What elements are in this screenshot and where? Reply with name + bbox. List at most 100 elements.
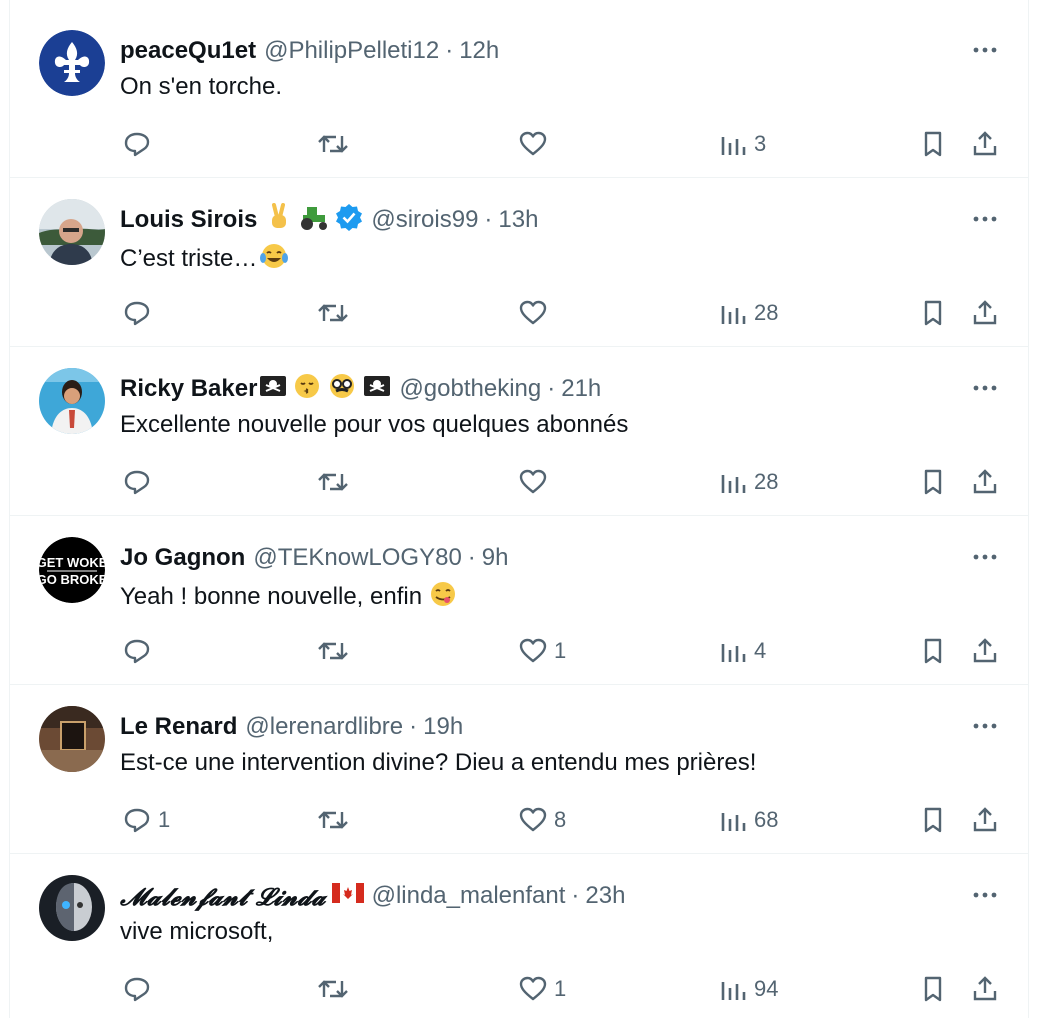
views-button[interactable]: 3	[718, 126, 766, 162]
action-bar: 28	[120, 464, 1000, 500]
share-button[interactable]	[970, 126, 1000, 162]
share-icon	[973, 131, 997, 156]
reply-button[interactable]	[122, 126, 158, 162]
more-options-icon[interactable]	[972, 718, 998, 734]
tweet-text-content: Yeah ! bonne nouvelle, enfin	[120, 582, 423, 610]
bookmark-button[interactable]	[918, 971, 948, 1007]
reply-button[interactable]	[122, 464, 158, 500]
retweet-button[interactable]	[316, 971, 350, 1007]
reply-tweet[interactable]: GET WOKE GO BROKE Jo Gagnon @TEKnowLOGY8…	[10, 515, 1028, 685]
retweet-icon	[318, 473, 348, 491]
author-name[interactable]: Louis Sirois	[120, 206, 257, 234]
like-button[interactable]	[518, 464, 554, 500]
retweet-icon	[318, 811, 348, 829]
man-photo-avatar[interactable]	[39, 199, 105, 265]
bookmark-button[interactable]	[918, 802, 948, 838]
reply-tweet[interactable]: 𝓜𝓪𝓵𝓮𝓷𝓯𝓪𝓷𝓽 𝓛𝓲𝓷𝓭𝓪 @linda_malenfant · 23h v…	[10, 853, 1028, 1022]
tears-of-joy-emoji	[259, 242, 289, 277]
reply-icon	[124, 470, 150, 495]
tweet-text-content: C’est triste…	[120, 244, 258, 272]
tweet-header: Louis Sirois @sirois99 · 13h	[120, 202, 538, 238]
share-button[interactable]	[970, 633, 1000, 669]
bookmark-button[interactable]	[918, 126, 948, 162]
like-button[interactable]: 8	[518, 802, 566, 838]
timestamp[interactable]: 9h	[482, 544, 509, 572]
action-bar: 28	[120, 295, 1000, 331]
share-button[interactable]	[970, 295, 1000, 331]
reply-icon	[124, 132, 150, 157]
person-photo-avatar[interactable]	[39, 368, 105, 434]
reply-tweet[interactable]: peaceQu1et @PhilipPelleti12 · 12h On s'e…	[10, 8, 1028, 178]
heart-icon	[519, 469, 547, 494]
author-name[interactable]: Ricky Baker	[120, 375, 257, 403]
retweet-button[interactable]	[316, 633, 350, 669]
share-button[interactable]	[970, 802, 1000, 838]
tweet-header: 𝓜𝓪𝓵𝓮𝓷𝓯𝓪𝓷𝓽 𝓛𝓲𝓷𝓭𝓪 @linda_malenfant · 23h	[120, 878, 625, 914]
author-name[interactable]: Jo Gagnon	[120, 544, 245, 572]
like-count: 8	[554, 807, 567, 832]
retweet-button[interactable]	[316, 464, 350, 500]
author-name[interactable]: peaceQu1et	[120, 37, 256, 65]
more-options-icon[interactable]	[972, 549, 998, 565]
more-options-icon[interactable]	[972, 887, 998, 903]
canada-flag-emoji	[331, 881, 364, 912]
retweet-button[interactable]	[316, 126, 350, 162]
tweet-header: Jo Gagnon @TEKnowLOGY80 · 9h	[120, 540, 509, 576]
more-options-icon[interactable]	[972, 211, 998, 227]
reply-count: 1	[158, 807, 171, 832]
get-woke-go-broke-avatar[interactable]: GET WOKE GO BROKE	[39, 537, 105, 603]
separator-dot: ·	[445, 37, 454, 64]
reply-button[interactable]	[122, 295, 158, 331]
views-button[interactable]: 4	[718, 633, 766, 669]
heart-icon	[519, 131, 547, 156]
bookmark-button[interactable]	[918, 295, 948, 331]
share-button[interactable]	[970, 464, 1000, 500]
share-button[interactable]	[970, 971, 1000, 1007]
reply-button[interactable]: 1	[122, 802, 170, 838]
retweet-icon	[318, 304, 348, 322]
robot-face-avatar[interactable]	[39, 875, 105, 941]
author-handle[interactable]: @sirois99	[371, 206, 478, 234]
timestamp[interactable]: 12h	[459, 37, 499, 65]
bookmark-icon	[924, 300, 942, 326]
author-handle[interactable]: @lerenardlibre	[245, 713, 403, 741]
like-button[interactable]: 1	[518, 971, 566, 1007]
reply-tweet[interactable]: Ricky Baker @gobtheking · 21h Excellente…	[10, 346, 1028, 516]
like-button[interactable]: 1	[518, 633, 566, 669]
action-bar: 1 8 68	[120, 802, 1000, 838]
timestamp[interactable]: 13h	[498, 206, 538, 234]
tweet-text: C’est triste…	[120, 242, 289, 277]
views-button[interactable]: 28	[718, 295, 778, 331]
author-handle[interactable]: @TEKnowLOGY80	[253, 544, 461, 572]
action-bar: 1 4	[120, 633, 1000, 669]
author-handle[interactable]: @linda_malenfant	[372, 882, 566, 910]
heart-icon	[519, 300, 547, 325]
views-button[interactable]: 94	[718, 971, 778, 1007]
views-button[interactable]: 68	[718, 802, 778, 838]
timestamp[interactable]: 19h	[423, 713, 463, 741]
like-button[interactable]	[518, 126, 554, 162]
author-name[interactable]: Le Renard	[120, 713, 237, 741]
reply-button[interactable]	[122, 971, 158, 1007]
share-icon	[973, 638, 997, 663]
author-handle[interactable]: @PhilipPelleti12	[264, 37, 439, 65]
views-button[interactable]: 28	[718, 464, 778, 500]
like-button[interactable]	[518, 295, 554, 331]
bookmark-button[interactable]	[918, 633, 948, 669]
more-options-icon[interactable]	[972, 380, 998, 396]
fleur-de-lis-avatar[interactable]	[39, 30, 105, 96]
room-photo-avatar[interactable]	[39, 706, 105, 772]
disguised-face-emoji	[327, 372, 357, 407]
author-name[interactable]: 𝓜𝓪𝓵𝓮𝓷𝓯𝓪𝓷𝓽 𝓛𝓲𝓷𝓭𝓪	[120, 882, 326, 911]
author-handle[interactable]: @gobtheking	[399, 375, 541, 403]
reply-tweet[interactable]: Louis Sirois @sirois99 · 13h C’est trist…	[10, 177, 1028, 347]
reply-button[interactable]	[122, 633, 158, 669]
bookmark-button[interactable]	[918, 464, 948, 500]
timestamp[interactable]: 23h	[585, 882, 625, 910]
timestamp[interactable]: 21h	[561, 375, 601, 403]
retweet-button[interactable]	[316, 295, 350, 331]
retweet-button[interactable]	[316, 802, 350, 838]
reply-tweet[interactable]: Le Renard @lerenardlibre · 19h Est-ce un…	[10, 684, 1028, 854]
more-options-icon[interactable]	[972, 42, 998, 58]
share-icon	[973, 976, 997, 1001]
